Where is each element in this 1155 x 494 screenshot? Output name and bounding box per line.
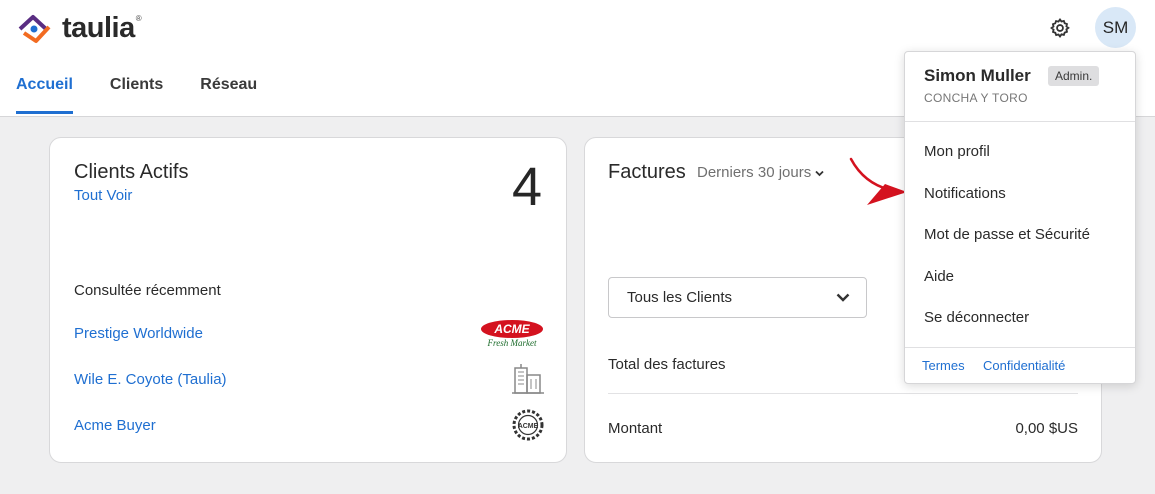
divider bbox=[905, 121, 1135, 122]
menu-item-notifications[interactable]: Notifications bbox=[924, 185, 1006, 202]
amount-value: 0,00 $US bbox=[1015, 420, 1078, 437]
view-all-link[interactable]: Tout Voir bbox=[74, 187, 132, 204]
invoice-total-label: Total des factures bbox=[608, 356, 726, 373]
user-name: Simon Muller bbox=[924, 66, 1031, 85]
annotation-arrow-icon bbox=[849, 157, 907, 205]
taulia-logo-icon bbox=[18, 14, 51, 43]
user-menu-dropdown: Simon Muller Admin. CONCHA Y TORO Mon pr… bbox=[904, 51, 1136, 384]
client-filter-value: Tous les Clients bbox=[627, 289, 733, 306]
user-company: CONCHA Y TORO bbox=[924, 91, 1028, 105]
acme-seal-text: ACME bbox=[518, 423, 539, 430]
main-nav: Accueil Clients Réseau bbox=[16, 76, 294, 114]
acme-fresh-market-logo: ACME Fresh Market bbox=[481, 320, 543, 348]
client-link-wile-e-coyote[interactable]: Wile E. Coyote (Taulia) bbox=[74, 371, 227, 388]
chevron-down-icon bbox=[836, 293, 850, 302]
user-avatar[interactable]: SM bbox=[1095, 7, 1136, 48]
tab-clients[interactable]: Clients bbox=[110, 76, 163, 114]
tab-accueil[interactable]: Accueil bbox=[16, 76, 73, 114]
period-label: Derniers 30 jours bbox=[697, 164, 812, 181]
terms-link[interactable]: Termes bbox=[922, 358, 965, 373]
client-link-prestige-worldwide[interactable]: Prestige Worldwide bbox=[74, 325, 203, 342]
acme-logo-text: ACME bbox=[493, 322, 530, 336]
gear-icon[interactable] bbox=[1049, 17, 1071, 39]
fresh-market-logo-text: Fresh Market bbox=[487, 338, 537, 348]
period-selector[interactable]: Derniers 30 jours bbox=[697, 164, 825, 181]
menu-item-password-security[interactable]: Mot de passe et Sécurité bbox=[924, 226, 1090, 243]
client-link-acme-buyer[interactable]: Acme Buyer bbox=[74, 417, 156, 434]
brand-registered-mark: ® bbox=[135, 14, 142, 23]
divider bbox=[608, 393, 1078, 394]
acme-seal-logo: ACME bbox=[512, 409, 544, 441]
amount-label: Montant bbox=[608, 420, 663, 437]
active-clients-title: Clients Actifs bbox=[74, 161, 189, 183]
active-clients-count: 4 bbox=[511, 157, 542, 217]
building-icon bbox=[512, 364, 544, 394]
active-clients-card: Clients Actifs Tout Voir 4 Consultée réc… bbox=[49, 137, 567, 463]
menu-item-profile[interactable]: Mon profil bbox=[924, 143, 990, 160]
list-item: Wile E. Coyote (Taulia) bbox=[74, 364, 544, 394]
invoices-title: Factures bbox=[608, 161, 686, 183]
list-item: Acme Buyer ACME bbox=[74, 409, 544, 441]
tab-reseau[interactable]: Réseau bbox=[200, 76, 257, 114]
client-filter-select[interactable]: Tous les Clients bbox=[608, 277, 867, 318]
role-badge: Admin. bbox=[1048, 66, 1100, 86]
list-item: Prestige Worldwide ACME Fresh Market bbox=[74, 318, 544, 348]
taulia-logo[interactable]: taulia ® bbox=[16, 12, 142, 45]
privacy-link[interactable]: Confidentialité bbox=[983, 358, 1065, 373]
recent-heading: Consultée récemment bbox=[74, 282, 221, 299]
menu-item-help[interactable]: Aide bbox=[924, 268, 954, 285]
divider bbox=[905, 347, 1135, 348]
menu-item-logout[interactable]: Se déconnecter bbox=[924, 309, 1029, 326]
brand-name: taulia bbox=[62, 12, 135, 44]
chevron-down-icon bbox=[815, 170, 825, 177]
